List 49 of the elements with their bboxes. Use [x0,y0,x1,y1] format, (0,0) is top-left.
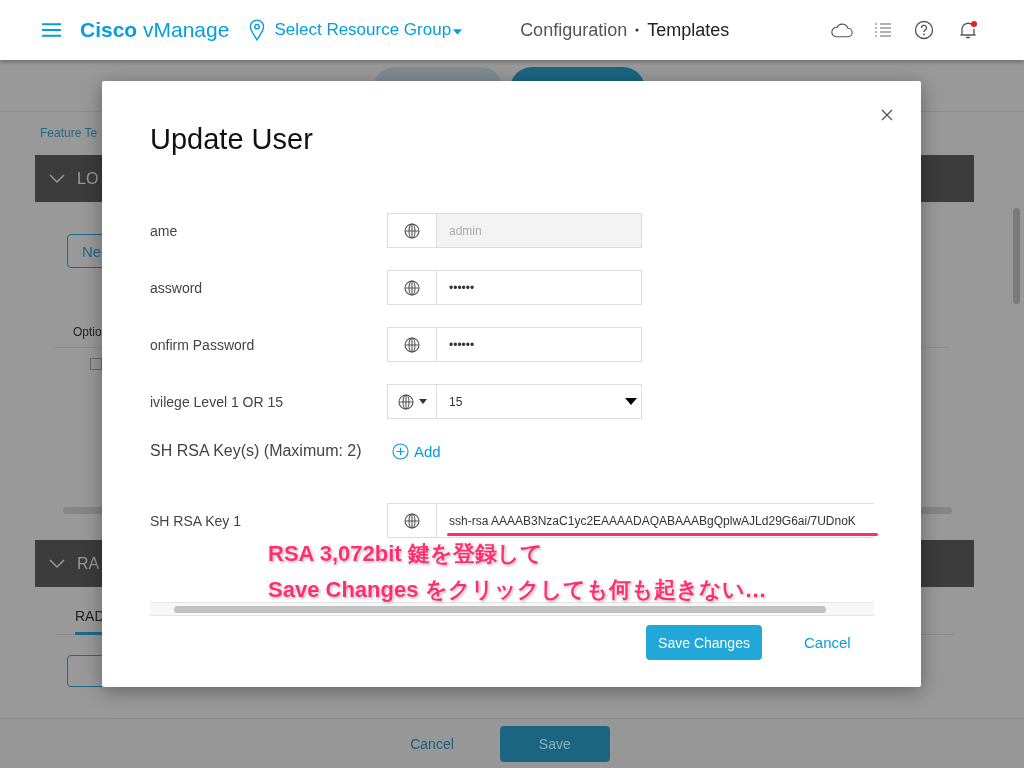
close-icon[interactable] [881,109,893,121]
plus-circle-icon [392,442,409,460]
annotation-text: Save Changes をクリックしても何も起きない… [268,578,767,602]
scope-selector[interactable] [387,270,437,305]
globe-icon [404,279,420,296]
globe-icon [397,393,414,410]
scope-selector[interactable] [387,327,437,362]
dropdown-arrow-icon [625,398,637,405]
help-icon[interactable] [913,20,935,40]
field-label: ame [150,222,179,239]
field-label: ivilege Level 1 OR 15 [150,393,285,410]
scope-selector[interactable] [387,384,437,419]
cloud-icon[interactable] [831,20,853,40]
section-title: LO [77,169,99,188]
add-button[interactable]: Add [392,442,441,460]
separator-dot-icon [635,28,640,32]
input-field[interactable]: •••••• [437,270,642,305]
menu-icon[interactable] [42,23,61,37]
globe-icon [404,512,420,529]
field-label: assword [150,279,204,296]
cancel-button[interactable]: Cancel [404,735,460,753]
dropdown-field[interactable]: 15 [437,384,642,419]
caret-icon [453,28,463,35]
breadcrumb-item: Templates [647,19,730,41]
chevron-down-icon[interactable] [49,173,65,184]
scope-selector[interactable] [387,213,437,248]
field-label: SH RSA Key 1 [150,512,243,529]
input-field[interactable]: •••••• [437,327,642,362]
location-pin-icon [249,19,266,41]
dialog-title: Update User [150,122,314,157]
caret-icon [418,399,427,404]
cancel-button[interactable]: Cancel [798,633,857,652]
field-label: SH RSA Key(s) (Maximum: 2) [150,442,363,460]
field-label: onfirm Password [150,336,256,353]
globe-icon [404,336,420,353]
scrollbar[interactable] [1013,208,1020,304]
resource-group-selector[interactable]: Select Resource Group [249,19,463,41]
app-logo: Cisco vManage [80,18,230,42]
scope-selector[interactable] [387,503,437,538]
annotation-text: RSA 3,072bit 鍵を登録して [268,542,544,566]
section-title: RA [77,554,100,573]
breadcrumb-item[interactable]: Configuration [520,19,628,41]
globe-icon [404,222,420,239]
column-header: Optio [73,325,102,339]
save-changes-button[interactable]: Save Changes [646,625,762,660]
chevron-down-icon[interactable] [49,558,65,569]
checkbox[interactable] [90,358,102,370]
save-button[interactable]: Save [499,726,610,762]
scrollbar[interactable] [150,602,874,616]
